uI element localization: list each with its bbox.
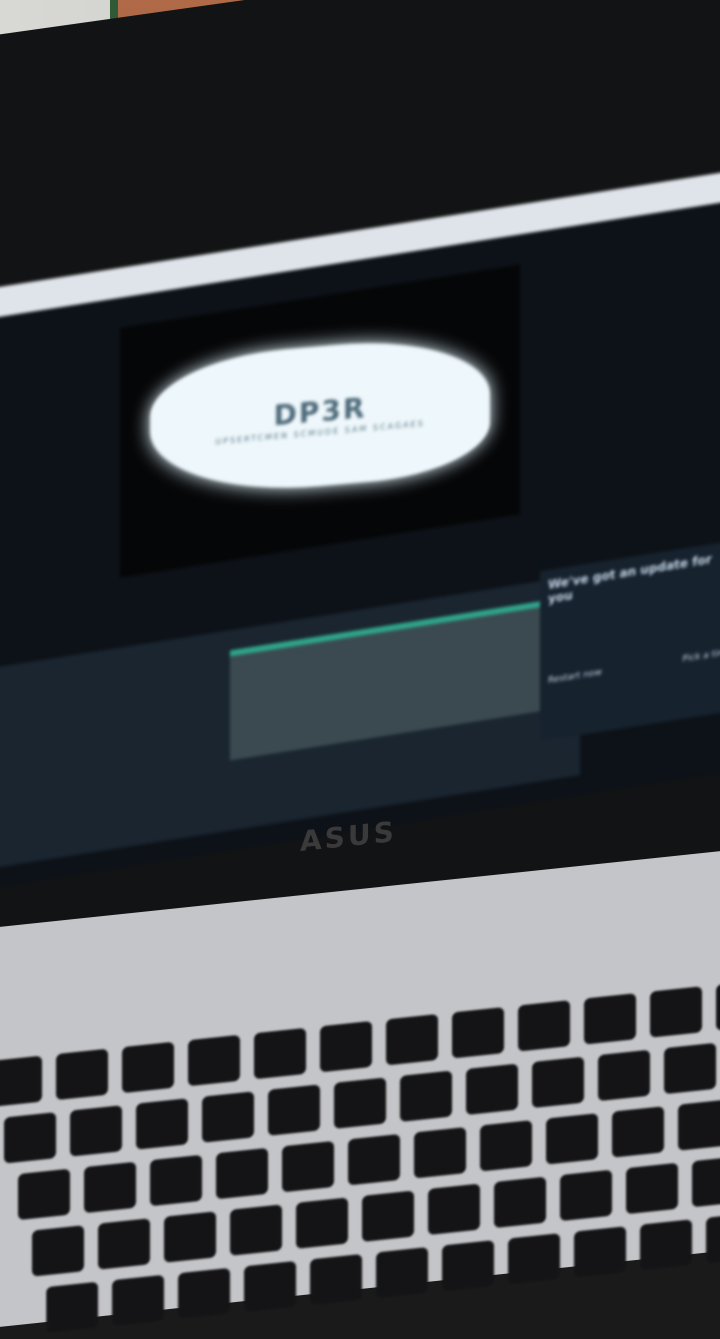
laptop-screen: DP3R UPSERTCMEN SCMUDE SAM SCAGAES We've…	[0, 169, 720, 891]
keyboard-key	[216, 1147, 268, 1200]
keyboard-key	[508, 1233, 560, 1285]
keyboard-key	[640, 1219, 692, 1271]
keyboard-key	[518, 1000, 570, 1052]
keyboard-key	[414, 1127, 466, 1179]
keyboard-key	[32, 1225, 84, 1277]
keyboard-key	[400, 1070, 452, 1122]
keyboard-key	[230, 1204, 282, 1256]
keyboard-key	[150, 1154, 202, 1207]
keyboard-key	[532, 1056, 584, 1109]
keyboard-key	[98, 1218, 150, 1270]
keyboard-key	[348, 1133, 400, 1186]
keyboard-key	[84, 1161, 136, 1214]
keyboard-key	[46, 1281, 98, 1334]
keyboard-key	[164, 1211, 216, 1263]
keyboard-key	[480, 1120, 532, 1172]
keyboard-key	[706, 1212, 720, 1264]
keyboard-key	[178, 1267, 230, 1320]
keyboard-key	[296, 1197, 348, 1249]
keyboard-key	[428, 1183, 480, 1236]
keyboard-key	[626, 1162, 678, 1215]
keyboard-key	[244, 1260, 296, 1313]
keyboard-key	[584, 993, 636, 1045]
keyboard-key	[466, 1063, 518, 1116]
keyboard-key	[18, 1168, 70, 1221]
keyboard-key	[574, 1226, 626, 1278]
update-notification: We've got an update for you Restart now …	[540, 539, 720, 742]
keyboard-key	[136, 1098, 188, 1150]
restart-now-button[interactable]: Restart now	[548, 668, 602, 687]
pick-time-button[interactable]: Pick a time	[683, 647, 720, 665]
keyboard-key	[122, 1041, 174, 1094]
keyboard-key	[692, 1155, 720, 1208]
keyboard-key	[56, 1048, 108, 1101]
keyboard-key	[452, 1007, 504, 1059]
keyboard-key	[254, 1027, 306, 1080]
keyboard-key	[560, 1169, 612, 1222]
keyboard-key	[386, 1013, 438, 1066]
keyboard-key	[612, 1106, 664, 1158]
keyboard-key	[442, 1240, 494, 1292]
keyboard-key	[664, 1042, 716, 1095]
keyboard-key	[282, 1140, 334, 1193]
keyboard-key	[188, 1034, 240, 1087]
keyboard-key	[376, 1247, 428, 1299]
keyboard-key	[650, 986, 702, 1038]
keyboard-key	[320, 1020, 372, 1073]
keyboard-key	[112, 1274, 164, 1327]
keyboard-key	[494, 1176, 546, 1229]
keyboard-key	[334, 1077, 386, 1129]
keyboard-key	[716, 979, 720, 1031]
keyboard-key	[202, 1091, 254, 1143]
keyboard-key	[598, 1049, 650, 1102]
keyboard-key	[0, 1055, 42, 1108]
keyboard-key	[678, 1099, 720, 1151]
keyboard-key	[4, 1112, 56, 1164]
keyboard-key	[268, 1084, 320, 1136]
keyboard-key	[362, 1190, 414, 1242]
keyboard-key	[546, 1113, 598, 1165]
notification-title: We've got an update for you	[548, 552, 712, 607]
keyboard-key	[70, 1105, 122, 1157]
